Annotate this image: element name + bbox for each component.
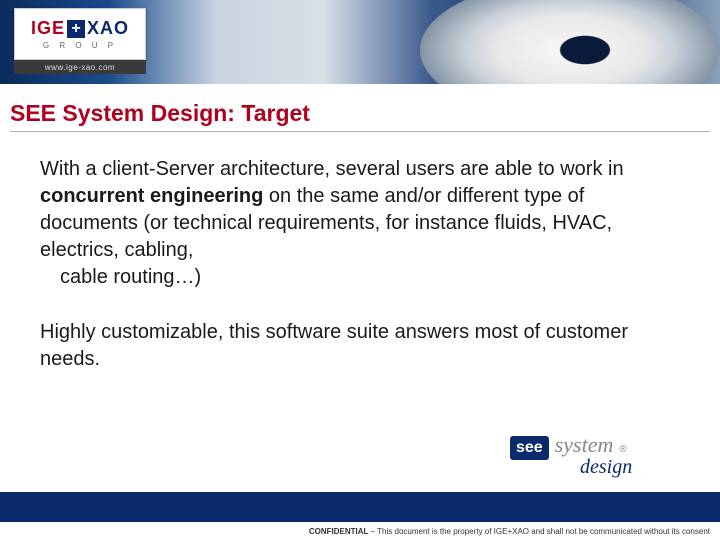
paragraph-1: With a client-Server architecture, sever… [40,156,686,291]
logo-subtext: G R O U P [43,41,117,50]
confidential-label: CONFIDENTIAL [309,527,369,536]
footer-bar [0,492,720,522]
product-logo: see system ® design [502,426,692,484]
slide-content: SEE System Design: Target With a client-… [0,84,720,373]
para1-bold: concurrent engineering [40,185,263,207]
header-banner: IGE + XAO G R O U P www.ige-xao.com [0,0,720,84]
paragraph-2: Highly customizable, this software suite… [40,319,686,373]
confidential-text: – This document is the property of IGE+X… [368,527,710,536]
logo-main: IGE + XAO [31,18,129,39]
registered-icon: ® [619,444,626,455]
logo-url: www.ige-xao.com [14,60,146,74]
para1-indent: cable routing…) [40,264,686,291]
system-text: system [555,432,614,458]
slide-title: SEE System Design: Target [10,100,710,132]
logo-text-xao: XAO [87,18,129,39]
confidential-notice: CONFIDENTIAL – This document is the prop… [309,527,710,536]
body-text: With a client-Server architecture, sever… [10,156,710,373]
logo-text-ige: IGE [31,18,65,39]
plus-icon: + [67,20,85,38]
para1-part1: With a client-Server architecture, sever… [40,158,624,180]
company-logo: IGE + XAO G R O U P [14,8,146,60]
design-text: design [510,456,692,479]
